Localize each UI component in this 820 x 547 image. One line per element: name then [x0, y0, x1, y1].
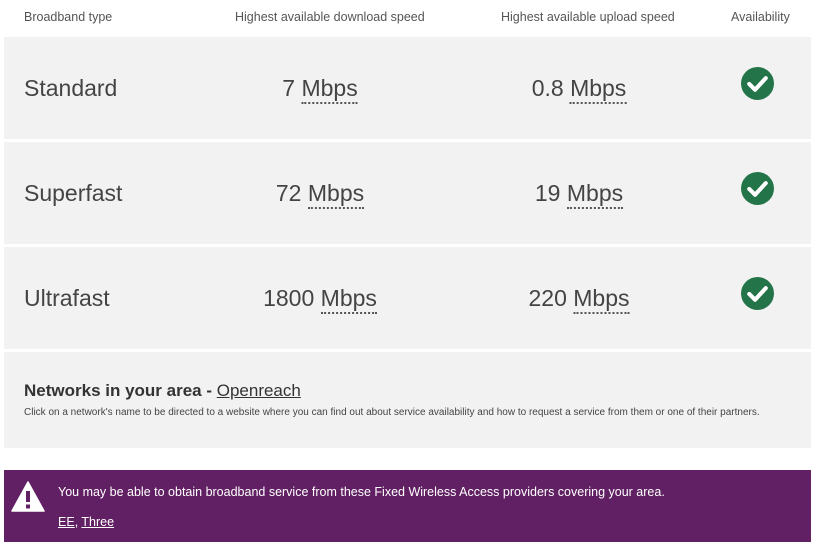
upload-speed-value: 220 [528, 285, 567, 311]
download-speed-unit[interactable]: Mbps [320, 285, 377, 314]
broadband-type-label: Ultrafast [24, 285, 110, 311]
three-link[interactable]: Three [81, 515, 114, 529]
check-circle-icon [741, 67, 774, 100]
upload-speed-unit[interactable]: Mbps [570, 75, 627, 104]
fixed-wireless-banner: You may be able to obtain broadband serv… [4, 470, 811, 542]
check-circle-icon [741, 172, 774, 205]
download-speed: 7 Mbps [282, 75, 358, 104]
networks-panel: Networks in your area - Openreach Click … [4, 352, 811, 448]
header-availability: Availability [731, 10, 790, 24]
check-circle-icon [741, 277, 774, 310]
broadband-type-label: Superfast [24, 180, 123, 206]
download-speed-unit[interactable]: Mbps [301, 75, 358, 104]
header-upload-speed: Highest available upload speed [501, 10, 675, 24]
table-header: Broadband type Highest available downloa… [0, 0, 820, 36]
openreach-link[interactable]: Openreach [217, 381, 301, 400]
networks-heading: Networks in your area - Openreach [24, 381, 301, 401]
warning-icon [11, 481, 45, 512]
download-speed: 1800 Mbps [263, 285, 377, 314]
networks-description: Click on a network's name to be directed… [24, 407, 760, 418]
ee-link[interactable]: EE [58, 515, 75, 529]
table-row: Superfast 72 Mbps 19 Mbps [4, 142, 811, 244]
upload-speed-unit[interactable]: Mbps [566, 180, 624, 209]
upload-speed: 220 Mbps [528, 285, 630, 314]
networks-title: Networks in your area [24, 381, 202, 400]
upload-speed-unit[interactable]: Mbps [573, 285, 630, 314]
download-speed-value: 7 [282, 75, 296, 101]
header-download-speed: Highest available download speed [235, 10, 425, 24]
download-speed-unit[interactable]: Mbps [307, 180, 365, 209]
upload-speed-value: 0.8 [531, 75, 564, 101]
upload-speed: 0.8 Mbps [531, 75, 627, 104]
networks-separator: - [201, 381, 217, 400]
table-row: Ultrafast 1800 Mbps 220 Mbps [4, 247, 811, 349]
download-speed-value: 1800 [263, 285, 315, 311]
banner-provider-links: EE, Three [58, 515, 114, 529]
upload-speed: 19 Mbps [534, 180, 624, 209]
banner-message: You may be able to obtain broadband serv… [58, 485, 665, 499]
download-speed: 72 Mbps [275, 180, 365, 209]
table-row: Standard 7 Mbps 0.8 Mbps [4, 37, 811, 139]
upload-speed-value: 19 [534, 180, 561, 206]
broadband-type-label: Standard [24, 75, 118, 101]
download-speed-value: 72 [275, 180, 302, 206]
header-broadband-type: Broadband type [24, 10, 113, 24]
